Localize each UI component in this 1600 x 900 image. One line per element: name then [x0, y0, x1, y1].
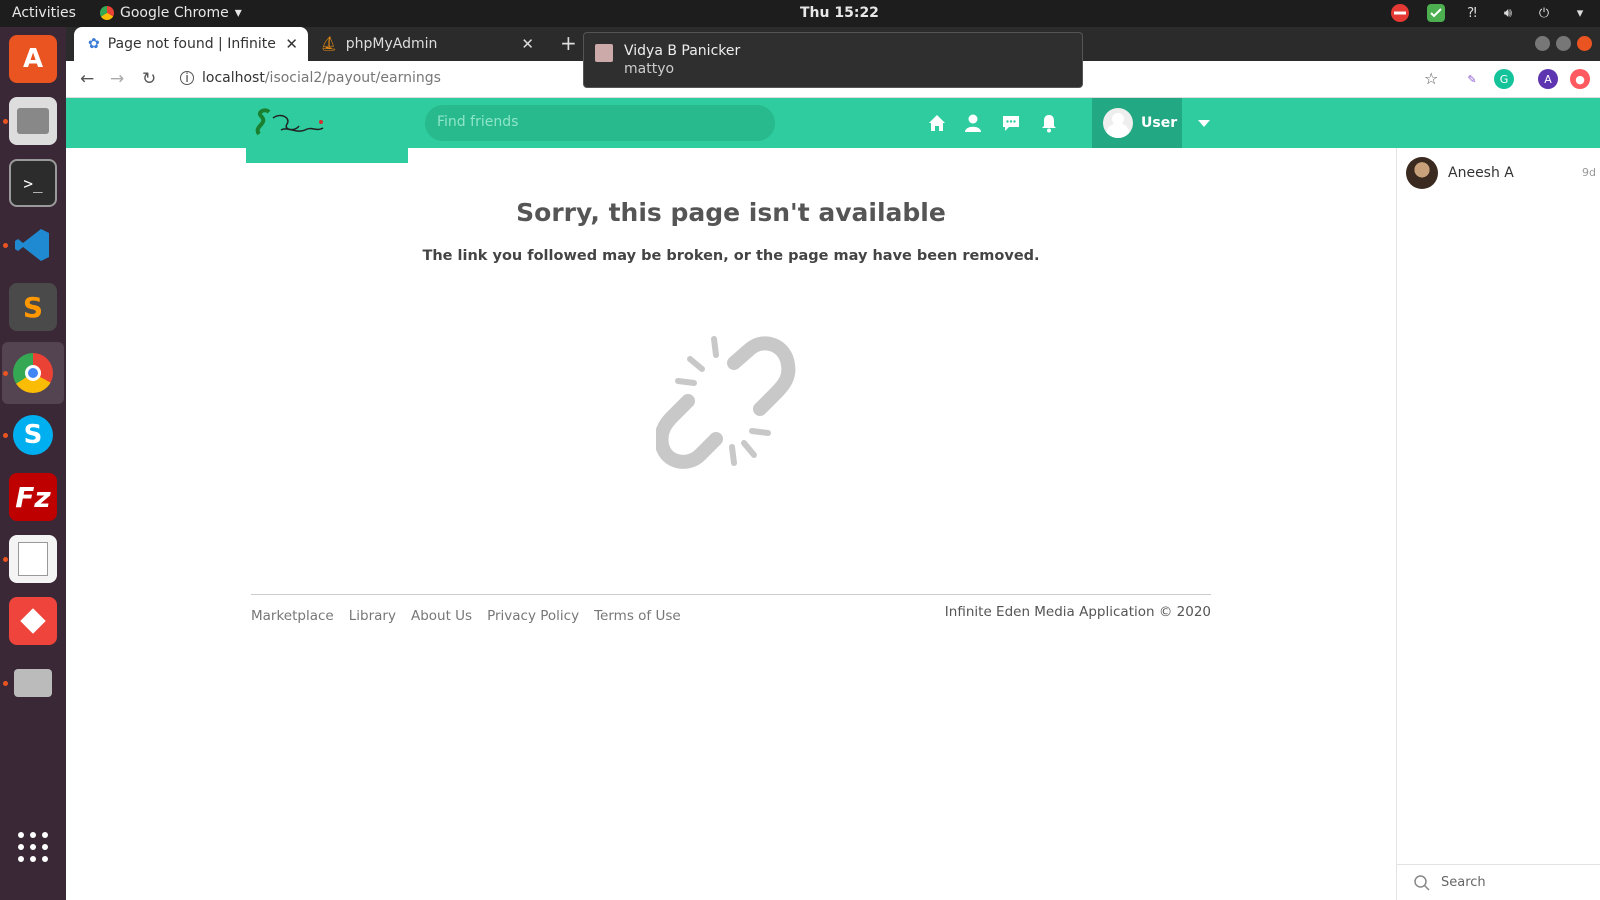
close-icon[interactable]: ✕ — [521, 35, 534, 53]
profile-avatar[interactable]: A — [1538, 69, 1558, 89]
user-menu-button[interactable]: User — [1092, 98, 1182, 148]
running-indicator — [3, 243, 8, 248]
chevron-down-icon[interactable] — [1198, 120, 1210, 127]
footer-links: Marketplace Library About Us Privacy Pol… — [251, 608, 681, 624]
extension-icon[interactable]: ● — [1570, 69, 1590, 89]
notifications-bell-icon[interactable] — [1038, 112, 1060, 134]
find-friends-input[interactable]: Find friends — [425, 105, 775, 141]
notification-title: Vidya B Panicker — [624, 43, 741, 59]
minimize-button[interactable] — [1535, 36, 1550, 51]
logo-tab-underlay — [246, 148, 408, 163]
running-indicator — [3, 433, 8, 438]
chat-contact-time: 9d — [1582, 166, 1596, 179]
reload-button[interactable]: ↻ — [142, 69, 156, 89]
broken-link-icon — [656, 336, 796, 469]
tab-page-not-found[interactable]: ✿ Page not found | Infinite E ✕ — [74, 27, 308, 61]
running-indicator — [3, 371, 8, 376]
footer-link-privacy-policy[interactable]: Privacy Policy — [487, 608, 579, 624]
notification-body: mattyo — [624, 61, 675, 77]
phpmyadmin-favicon-icon: ⛵︎ — [320, 36, 338, 52]
new-tab-button[interactable]: + — [560, 31, 577, 55]
chat-contact-name: Aneesh A — [1448, 165, 1514, 181]
page-title: Sorry, this page isn't available — [516, 198, 946, 227]
footer-link-library[interactable]: Library — [349, 608, 396, 624]
system-top-bar: Activities Google Chrome ▾ Thu 15:22 ⁈ 🔊… — [0, 0, 1600, 27]
app-menu[interactable]: Google Chrome ▾ — [100, 5, 242, 21]
sublime-icon[interactable]: S — [9, 283, 57, 331]
clock[interactable]: Thu 15:22 — [800, 5, 879, 21]
url-host: localhost — [202, 70, 265, 86]
footer-divider — [251, 594, 1211, 595]
files-icon[interactable] — [9, 97, 57, 145]
window-controls — [1535, 36, 1592, 51]
chat-search-label: Search — [1441, 875, 1486, 890]
chat-sidebar: Aneesh A 9d Search — [1396, 148, 1600, 900]
chat-contact[interactable]: Aneesh A — [1406, 156, 1596, 190]
error-message: The link you followed may be broken, or … — [422, 248, 1040, 264]
running-indicator — [3, 119, 8, 124]
skype-icon[interactable]: S — [9, 411, 57, 459]
network-icon[interactable]: ⁈ — [1462, 3, 1482, 23]
activities-button[interactable]: Activities — [12, 5, 76, 21]
pen-extension-icon[interactable]: ✎ — [1462, 69, 1482, 89]
grammarly-extension-icon[interactable]: G — [1494, 69, 1514, 89]
profile-icon[interactable] — [962, 112, 984, 134]
site-logo[interactable] — [251, 104, 331, 142]
ubuntu-software-icon[interactable]: A — [9, 35, 57, 83]
url-path: /isocial2/payout/earnings — [264, 70, 441, 86]
desktop-notification[interactable]: Vidya B Panicker mattyo — [583, 32, 1083, 88]
update-icon[interactable] — [1426, 3, 1446, 23]
address-bar[interactable]: i localhost/isocial2/payout/earnings — [180, 70, 441, 86]
terminal-icon[interactable]: >_ — [9, 159, 57, 207]
user-label: User — [1141, 115, 1178, 131]
footer-link-about-us[interactable]: About Us — [411, 608, 472, 624]
site-header — [66, 98, 1600, 148]
filezilla-icon[interactable]: Fz — [9, 473, 57, 521]
anydesk-icon[interactable] — [9, 597, 57, 645]
running-indicator — [3, 557, 8, 562]
info-icon[interactable]: i — [180, 71, 194, 85]
back-button[interactable]: ← — [80, 69, 94, 89]
avatar — [1103, 108, 1133, 138]
chat-search-input[interactable]: Search — [1397, 864, 1600, 900]
maximize-button[interactable] — [1556, 36, 1571, 51]
printer-icon[interactable] — [9, 659, 57, 707]
avatar — [595, 44, 613, 62]
close-icon[interactable]: ✕ — [285, 35, 298, 53]
window-close-button[interactable] — [1577, 36, 1592, 51]
power-icon[interactable]: ⏻ — [1534, 3, 1554, 23]
home-icon[interactable] — [926, 112, 948, 134]
search-icon — [1414, 874, 1430, 891]
forward-button[interactable]: → — [110, 69, 124, 89]
app-menu-label: Google Chrome — [120, 5, 229, 21]
bookmark-star-icon[interactable]: ☆ — [1424, 69, 1438, 88]
running-indicator — [3, 681, 8, 686]
show-apps-icon[interactable] — [9, 823, 57, 871]
volume-icon[interactable]: 🔊︎ — [1498, 3, 1518, 23]
footer-link-marketplace[interactable]: Marketplace — [251, 608, 334, 624]
avatar — [1406, 157, 1438, 189]
do-not-disturb-icon[interactable] — [1390, 3, 1410, 23]
tab-phpmyadmin[interactable]: ⛵︎ phpMyAdmin ✕ — [310, 27, 544, 61]
site-favicon-icon: ✿ — [88, 36, 100, 52]
launcher-dock: A >_ S S Fz — [0, 27, 66, 900]
footer-copyright: Infinite Eden Media Application © 2020 — [944, 604, 1211, 620]
chrome-icon — [100, 6, 114, 20]
vscode-icon[interactable] — [9, 221, 57, 269]
text-editor-icon[interactable] — [9, 535, 57, 583]
chevron-down-icon: ▾ — [234, 5, 242, 21]
chrome-icon[interactable] — [9, 349, 57, 397]
messages-icon[interactable] — [1000, 112, 1022, 134]
tab-title: phpMyAdmin — [345, 36, 438, 52]
tab-title: Page not found | Infinite E — [107, 36, 278, 52]
chevron-down-icon[interactable]: ▾ — [1570, 3, 1590, 23]
footer-link-terms-of-use[interactable]: Terms of Use — [594, 608, 681, 624]
